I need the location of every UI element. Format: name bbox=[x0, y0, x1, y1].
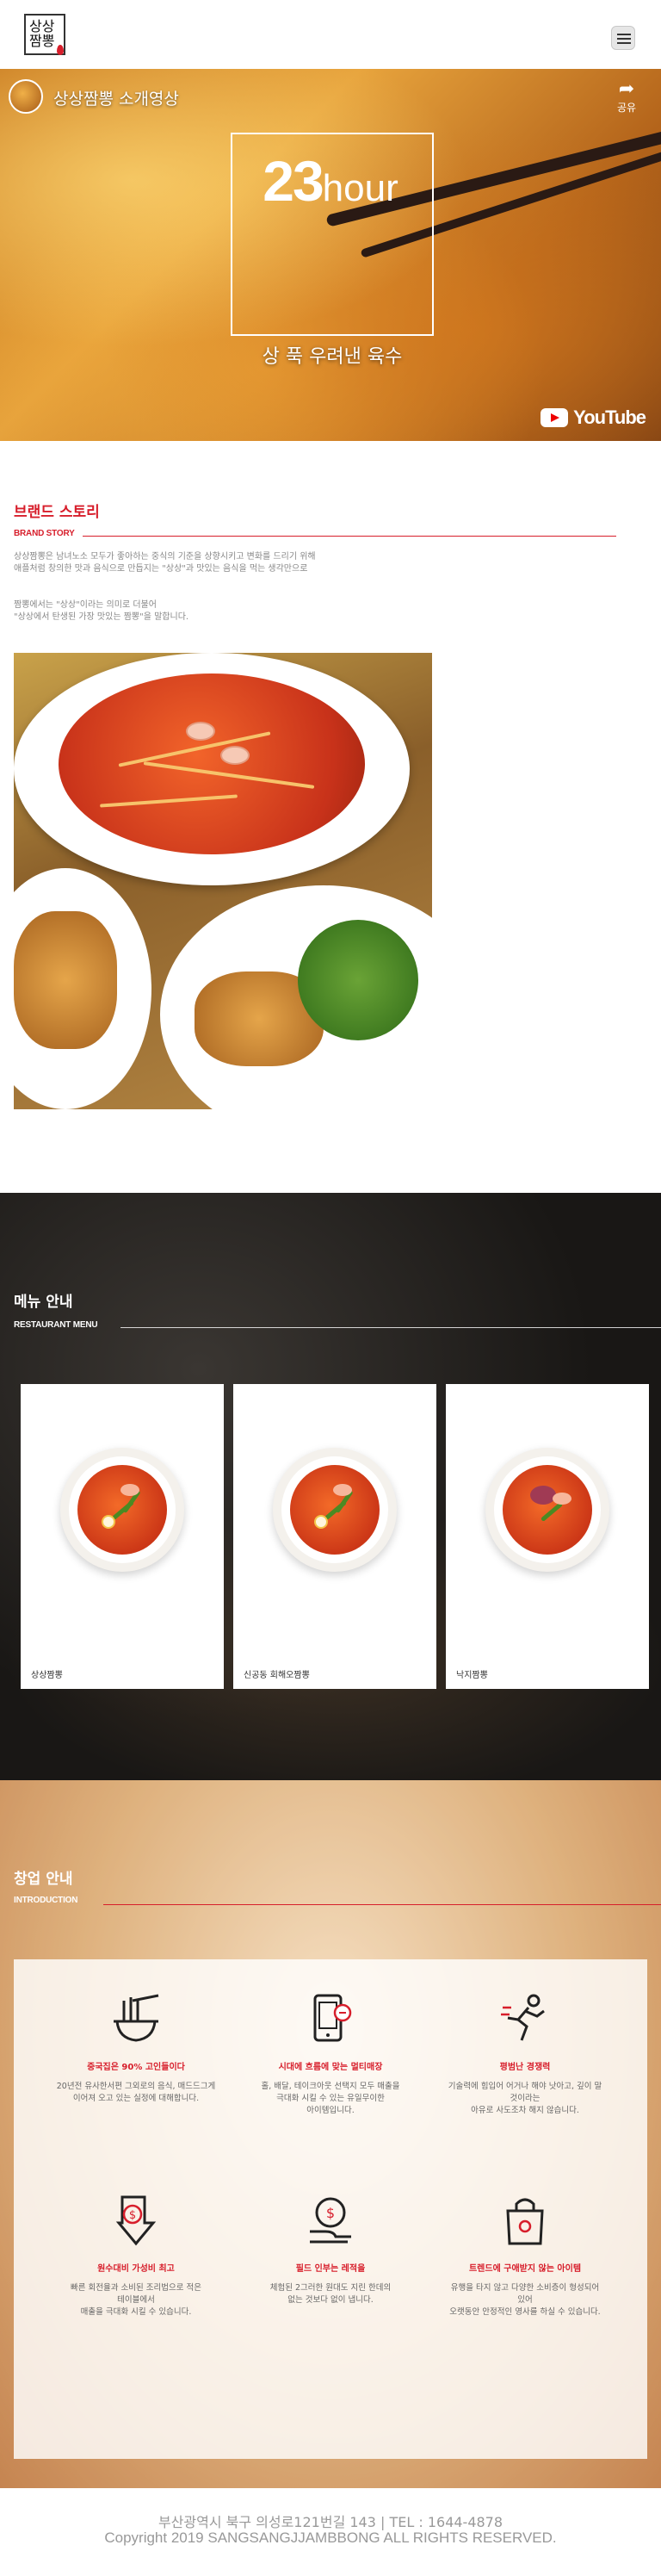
menu-dish-image bbox=[273, 1448, 397, 1572]
feature-desc-line: 매출을 극대화 시킬 수 있습니다. bbox=[80, 2307, 192, 2317]
feature-desc: 기술력에 힘입어 어거나 해야 낫아고, 깊이 말 것이라는 아유로 사도조차 … bbox=[439, 2081, 611, 2117]
feature-desc-line: 홀, 배달, 테이크아웃 선택지 모두 매출을 bbox=[261, 2082, 400, 2091]
salad-greens bbox=[298, 920, 418, 1040]
shrimp bbox=[186, 722, 215, 741]
menu-divider bbox=[120, 1327, 661, 1328]
feature-desc-line: 빠른 회전율과 소비된 조리법으로 적은 bbox=[71, 2283, 201, 2293]
hamburger-menu-button[interactable] bbox=[611, 26, 635, 50]
coin-hand-icon: $ bbox=[310, 2197, 351, 2244]
site-footer: 부산광역시 북구 의성로121번길 143 | TEL : 1644-4878 … bbox=[0, 2488, 661, 2576]
share-arrow-icon: ➦ bbox=[618, 78, 635, 100]
franchise-title: 창업 안내 bbox=[14, 1871, 73, 1888]
feature-desc: 20년전 유사한서편 그외로의 음식, 매드드그게 이어져 오고 있는 실정에 … bbox=[50, 2081, 222, 2105]
feature-desc-line: 기술력에 힘입어 어거나 해야 낫아고, 깊이 말 bbox=[448, 2082, 602, 2091]
feature-desc-line: 것이라는 bbox=[510, 2094, 541, 2103]
brand-logo[interactable]: 상상 짬뽕 bbox=[24, 14, 69, 59]
intro-video-player[interactable]: 상상짬뽕 소개영상 ➦ 공유 23hour 상 푹 우려낸 육수 YouTube bbox=[0, 69, 661, 441]
feature-title: 중국집은 90% 고인들이다 bbox=[87, 2063, 185, 2072]
feature-desc: 빠른 회전율과 소비된 조리법으로 적은 테이블에서 매출을 극대화 시킬 수 … bbox=[50, 2282, 222, 2318]
menu-section: 메뉴 안내 RESTAURANT MENU 상상짬뽕 신공동 회해오짬뽕 낙지짬… bbox=[0, 1193, 661, 1780]
video-subtitle: 상 푹 우려낸 육수 bbox=[262, 346, 403, 368]
feature-item: 평범난 경쟁력 기술력에 힘입어 어거나 해야 낫아고, 깊이 말 것이라는 아… bbox=[439, 1992, 611, 2117]
brand-food-photo bbox=[14, 653, 432, 1109]
site-header: 상상 짬뽕 bbox=[0, 0, 661, 69]
feature-desc-line: 유행을 타지 않고 다양한 소비층이 형성되어 bbox=[450, 2283, 600, 2293]
brand-story-title: 브랜드 스토리 bbox=[14, 504, 100, 521]
youtube-logo-link[interactable]: YouTube bbox=[541, 407, 646, 429]
feature-desc-line: 테이블에서 bbox=[117, 2295, 155, 2305]
feature-desc: 유행을 타지 않고 다양한 소비층이 형성되어 있어 오랫동안 안정적인 영사를… bbox=[439, 2282, 611, 2318]
franchise-subtitle: INTRODUCTION bbox=[14, 1896, 78, 1905]
svg-text:$: $ bbox=[326, 2205, 335, 2221]
feature-desc-line: 20년전 유사한서편 그외로의 음식, 매드드그게 bbox=[56, 2082, 216, 2091]
feature-item: $ 필드 인부는 레적을 체험된 2그러한 원대도 지린 한데의 없는 것보다 … bbox=[244, 2194, 417, 2306]
shopping-bag-icon bbox=[506, 2198, 544, 2245]
feature-title: 평범난 경쟁력 bbox=[499, 2063, 551, 2072]
logo-chili-icon bbox=[57, 45, 64, 55]
footer-address: 부산광역시 북구 의성로121번길 143 | TEL : 1644-4878 bbox=[158, 2514, 503, 2530]
share-label: 공유 bbox=[616, 102, 637, 114]
menu-subtitle: RESTAURANT MENU bbox=[14, 1320, 98, 1330]
feature-desc-line: 있어 bbox=[517, 2295, 533, 2305]
feature-desc-line: 오랫동안 안정적인 영사를 하실 수 있습니다. bbox=[449, 2307, 601, 2317]
brand-text-line: 상상짬뽕은 남녀노소 모두가 좋아하는 중식의 기준을 상향시키고 변화를 드리… bbox=[14, 552, 316, 562]
menu-card[interactable]: 상상짬뽕 bbox=[21, 1384, 224, 1689]
feature-title: 시대에 흐름에 맞는 멀티매장 bbox=[278, 2063, 383, 2072]
youtube-play-icon bbox=[541, 408, 569, 427]
feature-item: 시대에 흐름에 맞는 멀티매장 홀, 배달, 테이크아웃 선택지 모두 매출을 … bbox=[244, 1992, 417, 2117]
feature-desc: 홀, 배달, 테이크아웃 선택지 모두 매출을 극대화 시킬 수 있는 유일무이… bbox=[244, 2081, 417, 2117]
franchise-features-panel: 중국집은 90% 고인들이다 20년전 유사한서편 그외로의 음식, 매드드그게… bbox=[14, 1959, 647, 2459]
soup bbox=[59, 673, 365, 854]
feature-desc-line: 아이템입니다. bbox=[306, 2106, 355, 2115]
hours-unit: hour bbox=[322, 167, 398, 209]
footer-copyright: Copyright 2019 SANGSANGJJAMBBONG ALL RIG… bbox=[104, 2529, 557, 2546]
menu-item-label: 낙지짬뽕 bbox=[456, 1671, 488, 1680]
fried-dish bbox=[14, 911, 117, 1049]
hours-number: 23 bbox=[263, 149, 324, 213]
menu-title: 메뉴 안내 bbox=[14, 1294, 73, 1311]
brand-paragraph-1: 상상짬뽕은 남녀노소 모두가 좋아하는 중식의 기준을 상향시키고 변화를 드리… bbox=[14, 551, 316, 575]
menu-card[interactable]: 낙지짬뽕 bbox=[446, 1384, 649, 1689]
franchise-divider bbox=[103, 1904, 661, 1905]
feature-desc-line: 아유로 사도조차 해지 않습니다. bbox=[471, 2106, 579, 2115]
menu-dish-image bbox=[60, 1448, 184, 1572]
menu-card[interactable]: 신공동 회해오짬뽕 bbox=[233, 1384, 436, 1689]
share-button[interactable]: ➦ 공유 bbox=[609, 79, 644, 115]
feature-title: 트렌드에 구애받지 않는 아이템 bbox=[468, 2264, 582, 2274]
feature-desc-line: 없는 것보다 없이 냅니다. bbox=[287, 2295, 374, 2305]
channel-avatar[interactable] bbox=[9, 79, 43, 114]
menu-item-label: 상상짬뽕 bbox=[31, 1671, 63, 1680]
noodle-bowl-icon bbox=[114, 1994, 159, 2042]
logo-text: 상상 짬뽕 bbox=[29, 18, 55, 49]
franchise-section: 창업 안내 INTRODUCTION 중국집은 90% 고인들이다 20년전 유… bbox=[0, 1780, 661, 2488]
youtube-label: YouTube bbox=[573, 407, 646, 428]
brand-story-subtitle: BRAND STORY bbox=[14, 529, 75, 538]
svg-text:$: $ bbox=[129, 2209, 136, 2222]
feature-item: 중국집은 90% 고인들이다 20년전 유사한서편 그외로의 음식, 매드드그게… bbox=[50, 1992, 222, 2105]
brand-text-line: "상상에서 탄생된 가장 맛있는 짬뽕"을 말합니다. bbox=[14, 612, 189, 622]
feature-item: $ 원수대비 가성비 최고 빠른 회전율과 소비된 조리법으로 적은 테이블에서… bbox=[50, 2194, 222, 2318]
brand-divider bbox=[83, 536, 616, 537]
video-title[interactable]: 상상짬뽕 소개영상 bbox=[53, 86, 179, 109]
feature-desc-line: 이어져 오고 있는 실정에 대해합니다. bbox=[72, 2094, 200, 2103]
brand-text-line: 애플처럼 창의한 맛과 음식으로 만듭지는 "상상"과 맛있는 음식을 먹는 생… bbox=[14, 564, 308, 574]
menu-dish-image bbox=[485, 1448, 609, 1572]
feature-desc-line: 극대화 시킬 수 있는 유일무이한 bbox=[276, 2094, 385, 2103]
hamburger-icon bbox=[617, 34, 631, 35]
feature-title: 원수대비 가성비 최고 bbox=[97, 2264, 175, 2274]
mobile-order-icon bbox=[313, 1994, 352, 2042]
feature-title: 필드 인부는 레적을 bbox=[295, 2264, 366, 2274]
dollar-down-icon: $ bbox=[115, 2195, 157, 2246]
brand-text-line: 짬뽕에서는 "상상"이라는 의미로 더불어 bbox=[14, 600, 157, 610]
menu-item-label: 신공동 회해오짬뽕 bbox=[244, 1671, 310, 1680]
hours-headline: 23hour bbox=[0, 148, 661, 214]
brand-paragraph-2: 짬뽕에서는 "상상"이라는 의미로 더불어 "상상에서 탄생된 가장 맛있는 짬… bbox=[14, 599, 188, 624]
feature-desc: 체험된 2그러한 원대도 지린 한데의 없는 것보다 없이 냅니다. bbox=[244, 2282, 417, 2306]
runner-icon bbox=[501, 1994, 545, 2041]
feature-desc-line: 체험된 2그러한 원대도 지린 한데의 bbox=[269, 2283, 392, 2293]
feature-item: 트렌드에 구애받지 않는 아이템 유행을 타지 않고 다양한 소비층이 형성되어… bbox=[439, 2194, 611, 2318]
